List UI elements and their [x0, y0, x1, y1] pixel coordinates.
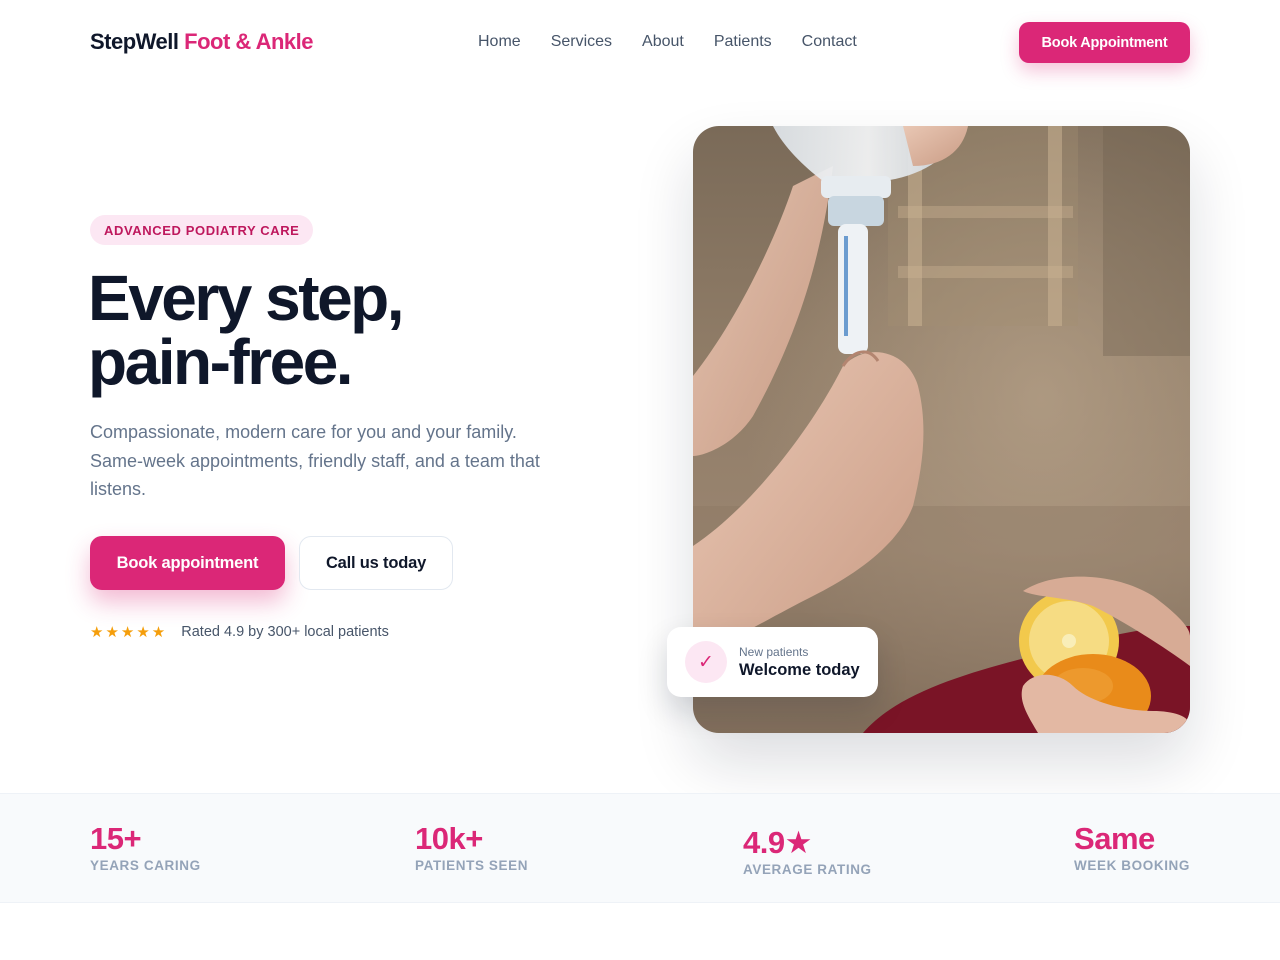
brand-name: StepWell: [90, 29, 179, 54]
stat-value: Same: [1074, 821, 1155, 856]
nav-services[interactable]: Services: [551, 33, 612, 51]
welcome-card: ✓ New patients Welcome today: [667, 627, 878, 697]
book-appointment-button[interactable]: Book appointment: [90, 536, 285, 590]
rating-row: ★★★★★ Rated 4.9 by 300+ local patients: [90, 623, 389, 641]
stat-value: 10k+: [415, 821, 483, 856]
stat-value: 15+: [90, 821, 142, 856]
hero-subtext: Compassionate, modern care for you and y…: [90, 422, 540, 499]
welcome-card-title: Welcome today: [739, 661, 860, 679]
welcome-card-caption: New patients: [739, 645, 809, 659]
nav-about[interactable]: About: [642, 33, 684, 51]
rating-text: Rated 4.9 by 300+ local patients: [181, 624, 389, 640]
stat-years: 15+ YEARS CARING: [90, 821, 201, 874]
stat-booking: Same WEEK BOOKING: [1074, 821, 1190, 874]
stat-value: 4.9★: [743, 825, 812, 860]
site-header: StepWell Foot & Ankle Home Services Abou…: [0, 0, 1280, 85]
stat-label: AVERAGE RATING: [743, 862, 872, 877]
eyebrow-badge: ADVANCED PODIATRY CARE: [90, 215, 314, 245]
main-nav: Home Services About Patients Contact: [478, 33, 857, 51]
stat-label: WEEK BOOKING: [1074, 858, 1190, 873]
hero-headline: Every step, pain-free.: [88, 266, 608, 394]
stat-rating: 4.9★ AVERAGE RATING: [743, 825, 872, 878]
stat-patients: 10k+ PATIENTS SEEN: [415, 821, 529, 874]
nav-contact[interactable]: Contact: [802, 33, 857, 51]
hero-headline-line-2: pain-free.: [88, 326, 354, 398]
stat-label: YEARS CARING: [90, 858, 201, 873]
stat-label: PATIENTS SEEN: [415, 858, 529, 873]
header-book-appointment-button[interactable]: Book Appointment: [1019, 22, 1190, 63]
stats-band: 15+ YEARS CARING 10k+ PATIENTS SEEN 4.9★…: [0, 793, 1280, 903]
star-rating-icon: ★★★★★: [90, 624, 168, 641]
call-us-button[interactable]: Call us today: [299, 536, 453, 590]
brand-logo[interactable]: StepWell Foot & Ankle: [90, 29, 313, 55]
nav-patients[interactable]: Patients: [714, 33, 772, 51]
brand-name-accent: Foot & Ankle: [184, 29, 313, 54]
check-icon: ✓: [685, 641, 727, 683]
nav-home[interactable]: Home: [478, 33, 521, 51]
hero-headline-line-1: Every step,: [88, 262, 405, 334]
